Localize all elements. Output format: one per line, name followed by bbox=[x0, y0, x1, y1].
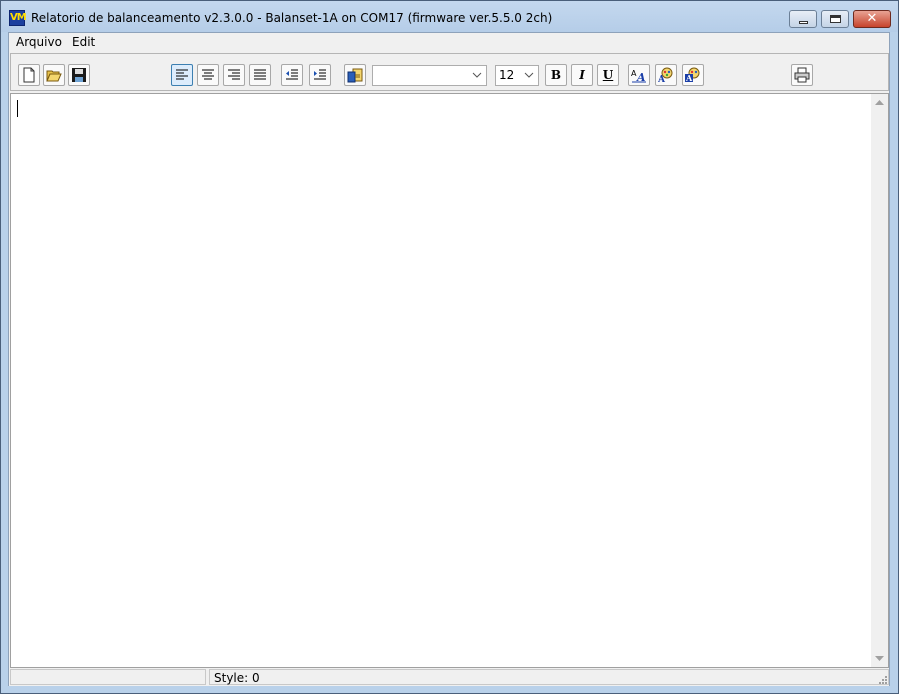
align-left-icon bbox=[176, 69, 188, 80]
maximize-icon bbox=[830, 15, 841, 23]
menu-arquivo[interactable]: Arquivo bbox=[16, 35, 62, 49]
svg-text:A: A bbox=[658, 75, 666, 83]
vertical-scrollbar[interactable] bbox=[871, 94, 888, 667]
font-size-select[interactable]: 12 bbox=[495, 65, 539, 86]
close-button[interactable]: ✕ bbox=[853, 10, 891, 28]
app-icon: VM bbox=[9, 10, 27, 26]
close-icon: ✕ bbox=[866, 11, 878, 26]
insert-picture-button[interactable] bbox=[344, 64, 366, 86]
text-color-icon: A bbox=[658, 67, 673, 83]
bold-icon: B bbox=[550, 68, 562, 82]
bold-button[interactable]: B bbox=[545, 64, 567, 86]
align-center-icon bbox=[202, 69, 214, 80]
italic-button[interactable]: I bbox=[571, 64, 593, 86]
insert-picture-icon bbox=[347, 68, 363, 83]
italic-icon: I bbox=[579, 68, 585, 82]
new-document-button[interactable] bbox=[18, 64, 40, 86]
justify-icon bbox=[254, 69, 266, 80]
minimize-button[interactable] bbox=[789, 10, 817, 28]
client-area: Arquivo Edit 12 B I U A A A A Style: 0 bbox=[8, 32, 890, 686]
minimize-icon bbox=[799, 21, 808, 24]
open-button[interactable] bbox=[43, 64, 65, 86]
menu-edit[interactable]: Edit bbox=[72, 35, 95, 49]
background-color-icon: A bbox=[685, 67, 700, 83]
scroll-up-arrow-icon[interactable] bbox=[871, 94, 888, 111]
svg-text:A: A bbox=[636, 71, 646, 83]
align-right-icon bbox=[228, 69, 240, 80]
resize-grip-icon[interactable] bbox=[878, 675, 887, 684]
scroll-down-arrow-icon[interactable] bbox=[871, 650, 888, 667]
underline-button[interactable]: U bbox=[597, 64, 619, 86]
rich-text-editor[interactable] bbox=[10, 93, 889, 668]
font-size-value: 12 bbox=[499, 68, 515, 82]
indent-button[interactable] bbox=[309, 64, 331, 86]
status-panel-style: Style: 0 bbox=[209, 669, 889, 685]
indent-icon bbox=[314, 69, 326, 80]
underline-icon: U bbox=[602, 68, 614, 82]
svg-text:A: A bbox=[685, 73, 693, 83]
title-bar[interactable]: VM Relatorio de balanceamento v2.3.0.0 -… bbox=[1, 1, 898, 32]
outdent-icon bbox=[286, 69, 298, 80]
open-folder-icon bbox=[46, 70, 62, 82]
status-style-text: Style: 0 bbox=[214, 671, 260, 685]
justify-button[interactable] bbox=[249, 64, 271, 86]
font-icon: AA bbox=[631, 69, 646, 83]
align-left-button[interactable] bbox=[171, 64, 193, 86]
print-button[interactable] bbox=[791, 64, 813, 86]
maximize-button[interactable] bbox=[821, 10, 849, 28]
outdent-button[interactable] bbox=[281, 64, 303, 86]
status-panel-left bbox=[10, 669, 206, 685]
toolbar: 12 B I U AA A A bbox=[10, 53, 889, 91]
background-color-button[interactable]: A bbox=[682, 64, 704, 86]
chevron-down-icon bbox=[472, 72, 482, 78]
align-right-button[interactable] bbox=[223, 64, 245, 86]
chevron-down-icon bbox=[524, 72, 534, 78]
font-name-select[interactable] bbox=[372, 65, 487, 86]
window-title: Relatorio de balanceamento v2.3.0.0 - Ba… bbox=[31, 11, 553, 25]
text-caret bbox=[17, 100, 18, 117]
application-window: VM Relatorio de balanceamento v2.3.0.0 -… bbox=[0, 0, 899, 694]
text-color-button[interactable]: A bbox=[655, 64, 677, 86]
align-center-button[interactable] bbox=[197, 64, 219, 86]
save-icon bbox=[72, 68, 86, 82]
status-bar: Style: 0 bbox=[9, 668, 889, 686]
menu-bar: Arquivo Edit bbox=[9, 33, 889, 52]
print-icon bbox=[794, 67, 810, 83]
save-button[interactable] bbox=[68, 64, 90, 86]
new-document-icon bbox=[23, 67, 35, 83]
font-button[interactable]: AA bbox=[628, 64, 650, 86]
